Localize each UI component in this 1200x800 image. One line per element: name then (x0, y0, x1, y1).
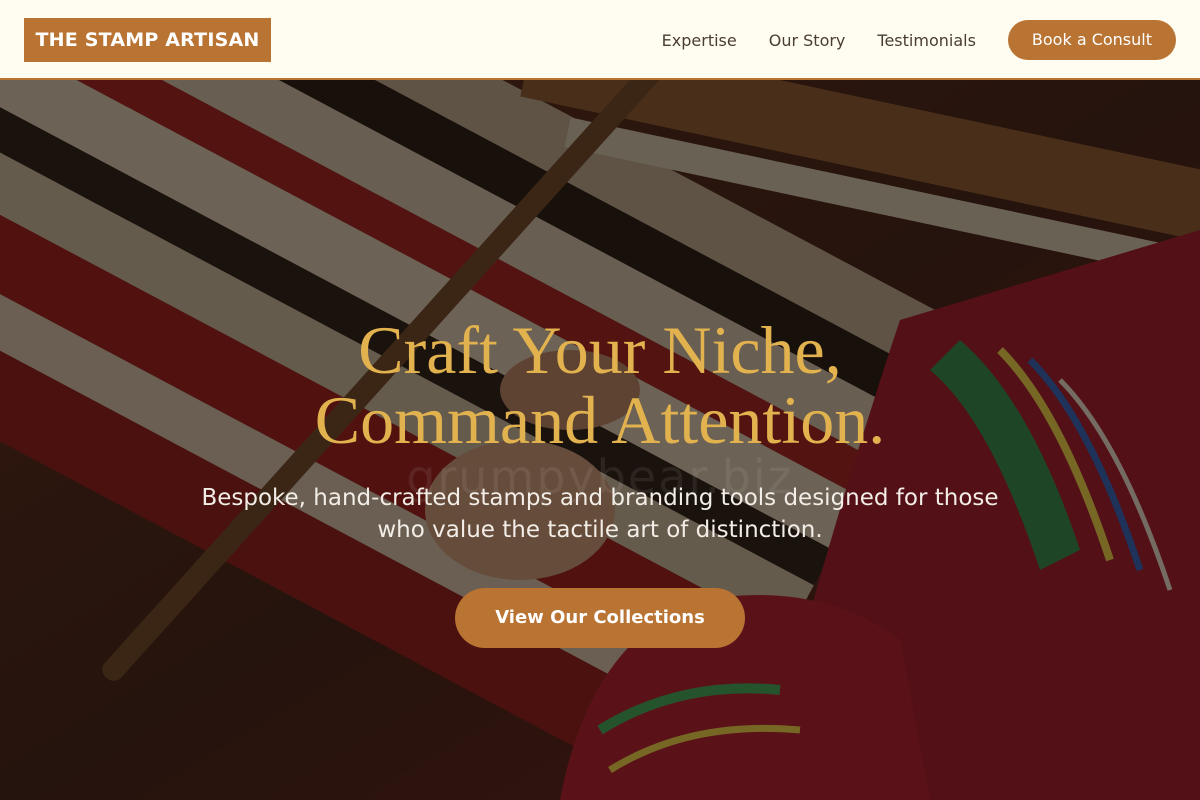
hero-title-line1: Craft Your Niche, (358, 312, 842, 388)
view-collections-button[interactable]: View Our Collections (455, 588, 745, 648)
site-header: THE STAMP ARTISAN Expertise Our Story Te… (0, 0, 1200, 80)
hero-subtitle-line2: who value the tactile art of distinction… (377, 517, 823, 543)
nav-link-expertise[interactable]: Expertise (662, 31, 737, 50)
hero-title: Craft Your Niche, Command Attention. (0, 315, 1200, 455)
hero-subtitle: Bespoke, hand-crafted stamps and brandin… (170, 482, 1030, 546)
logo[interactable]: THE STAMP ARTISAN (24, 18, 271, 62)
main-nav: Expertise Our Story Testimonials Book a … (662, 20, 1176, 60)
book-consult-button[interactable]: Book a Consult (1007, 20, 1176, 60)
hero-content: grumpybear.biz Craft Your Niche, Command… (0, 80, 1200, 800)
nav-link-testimonials[interactable]: Testimonials (877, 31, 976, 50)
hero-section: grumpybear.biz Craft Your Niche, Command… (0, 80, 1200, 800)
nav-link-our-story[interactable]: Our Story (769, 31, 846, 50)
hero-title-line2: Command Attention. (314, 382, 886, 458)
hero-subtitle-line1: Bespoke, hand-crafted stamps and brandin… (201, 485, 999, 511)
